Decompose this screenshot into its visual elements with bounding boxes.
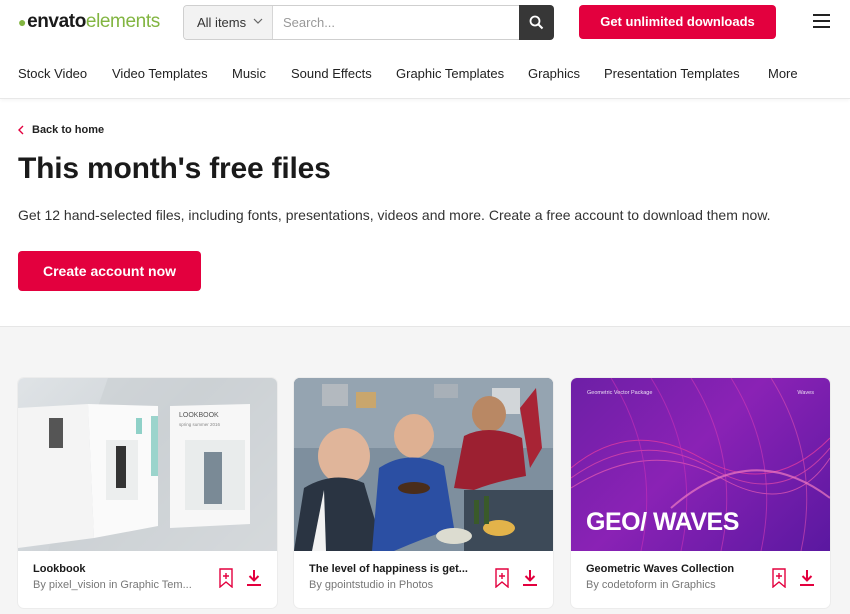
card-byline[interactable]: By codetoform in Graphics bbox=[586, 579, 766, 591]
nav-item-stock-video[interactable]: Stock Video bbox=[18, 66, 87, 81]
download-icon[interactable] bbox=[245, 568, 263, 588]
page-title: This month's free files bbox=[18, 152, 331, 185]
nav-item-sound-effects[interactable]: Sound Effects bbox=[291, 66, 372, 81]
file-card-lookbook[interactable]: LOOKBOOK spring summer 2016 Lookbook By … bbox=[18, 378, 277, 608]
filter-label: All items bbox=[197, 15, 247, 30]
back-label: Back to home bbox=[32, 124, 105, 136]
lookbook-cover-subtitle: spring summer 2016 bbox=[179, 422, 221, 427]
back-to-home-link[interactable]: Back to home bbox=[18, 124, 104, 136]
envato-elements-logo[interactable]: ●envatoelements bbox=[18, 11, 160, 33]
logo-word-elements: elements bbox=[85, 11, 160, 32]
create-account-button[interactable]: Create account now bbox=[18, 251, 201, 291]
logo-word-envato: envato bbox=[27, 11, 86, 32]
page-subtitle: Get 12 hand-selected files, including fo… bbox=[18, 207, 771, 223]
leaf-icon: ● bbox=[18, 14, 27, 30]
card-thumbnail[interactable] bbox=[294, 378, 553, 551]
search-input[interactable] bbox=[274, 6, 520, 39]
category-nav: Stock Video Video Templates Music Sound … bbox=[0, 55, 850, 99]
download-icon[interactable] bbox=[798, 568, 816, 588]
nav-item-music[interactable]: Music bbox=[232, 66, 266, 81]
search-icon bbox=[529, 15, 544, 30]
file-card-geometric-waves[interactable]: Geometric Vector Package Waves GEO/ WAVE… bbox=[571, 378, 830, 608]
search-bar: All items bbox=[183, 5, 554, 40]
bookmark-icon[interactable] bbox=[770, 568, 788, 588]
card-thumbnail[interactable]: LOOKBOOK spring summer 2016 bbox=[18, 378, 277, 551]
nav-item-more[interactable]: More bbox=[768, 66, 798, 81]
lookbook-cover-title: LOOKBOOK bbox=[179, 412, 219, 419]
package-label: Geometric Vector Package bbox=[587, 390, 653, 396]
get-unlimited-downloads-button[interactable]: Get unlimited downloads bbox=[579, 5, 776, 39]
bookmark-icon[interactable] bbox=[493, 568, 511, 588]
chevron-left-icon bbox=[18, 125, 24, 135]
card-thumbnail[interactable]: Geometric Vector Package Waves GEO/ WAVE… bbox=[571, 378, 830, 551]
lookbook-preview-image: LOOKBOOK spring summer 2016 bbox=[18, 378, 277, 551]
geo-waves-title: GEO/ WAVES bbox=[586, 508, 739, 536]
bookmark-icon[interactable] bbox=[217, 568, 235, 588]
waves-label: Waves bbox=[797, 390, 814, 396]
fans-watching-photo bbox=[294, 378, 553, 551]
search-button[interactable] bbox=[519, 5, 554, 40]
top-header: ●envatoelements All items Get unlimited … bbox=[0, 0, 850, 44]
file-card-sports-fans-photo[interactable]: The level of happiness is get... By gpoi… bbox=[294, 378, 553, 608]
nav-item-graphic-templates[interactable]: Graphic Templates bbox=[396, 66, 504, 81]
menu-icon[interactable] bbox=[813, 14, 830, 28]
download-icon[interactable] bbox=[521, 568, 539, 588]
card-title[interactable]: Geometric Waves Collection bbox=[586, 563, 766, 575]
card-byline[interactable]: By gpointstudio in Photos bbox=[309, 579, 489, 591]
nav-item-video-templates[interactable]: Video Templates bbox=[112, 66, 208, 81]
nav-item-graphics[interactable]: Graphics bbox=[528, 66, 580, 81]
category-filter-dropdown[interactable]: All items bbox=[184, 6, 273, 39]
card-title[interactable]: Lookbook bbox=[33, 563, 213, 575]
nav-item-presentation-templates[interactable]: Presentation Templates bbox=[604, 66, 740, 81]
card-meta: Lookbook By pixel_vision in Graphic Tem.… bbox=[33, 563, 213, 591]
card-meta: The level of happiness is get... By gpoi… bbox=[309, 563, 489, 591]
chevron-down-icon bbox=[253, 18, 263, 24]
card-byline[interactable]: By pixel_vision in Graphic Tem... bbox=[33, 579, 213, 591]
card-meta: Geometric Waves Collection By codetoform… bbox=[586, 563, 766, 591]
card-title[interactable]: The level of happiness is get... bbox=[309, 563, 489, 575]
